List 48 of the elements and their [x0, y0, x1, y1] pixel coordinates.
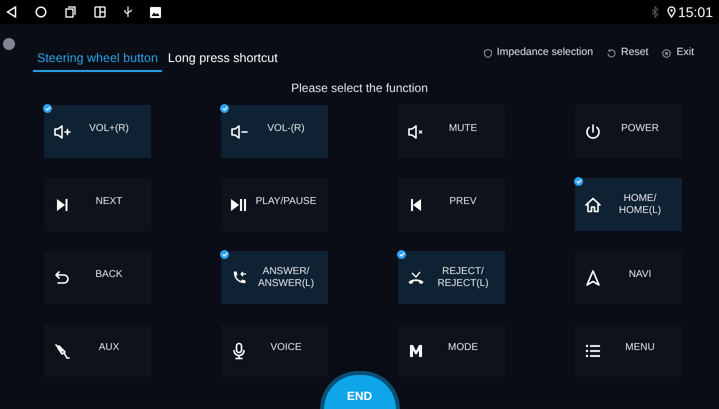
tab[interactable]: Steering wheel button	[33, 46, 162, 72]
function-tile[interactable]: HOME/ HOME(L)	[575, 178, 682, 231]
close-icon	[662, 48, 672, 58]
recent-apps-icon[interactable]	[65, 6, 76, 18]
function-tile[interactable]: VOICE	[221, 324, 328, 377]
volume-down-icon	[230, 122, 248, 140]
check-badge-icon	[43, 104, 52, 113]
function-tile[interactable]: NEXT	[44, 178, 151, 231]
check-badge-icon	[220, 250, 229, 259]
shield-icon	[484, 48, 492, 58]
function-tile[interactable]: ANSWER/ ANSWER(L)	[221, 251, 328, 304]
function-tile[interactable]: REJECT/ REJECT(L)	[398, 251, 505, 304]
bluetooth-icon	[650, 6, 659, 18]
location-pin-icon	[666, 6, 676, 18]
impedance-button[interactable]: Impedance selection	[484, 45, 594, 61]
function-tile[interactable]: PLAY/PAUSE	[221, 178, 328, 231]
back-arrow-icon	[53, 268, 71, 286]
check-badge-icon	[574, 177, 583, 186]
function-tile[interactable]: VOL+(R)	[44, 105, 151, 158]
function-tile[interactable]: MODE	[398, 324, 505, 377]
reset-button[interactable]: Reset	[607, 45, 648, 61]
check-badge-icon	[397, 250, 406, 259]
check-badge-icon	[220, 104, 229, 113]
tab[interactable]: Long press shortcut	[162, 46, 284, 72]
reset-icon	[607, 48, 616, 58]
function-tile[interactable]: VOL-(R)	[221, 105, 328, 158]
back-icon[interactable]	[6, 6, 17, 18]
image-icon	[150, 6, 161, 18]
clock-time: 15:01	[678, 5, 713, 19]
home-icon	[584, 196, 602, 214]
aux-plug-icon	[53, 342, 71, 360]
navigation-arrow-icon	[584, 268, 602, 286]
function-tile[interactable]: NAVI	[575, 251, 682, 304]
function-tile[interactable]: PREV	[398, 178, 505, 231]
volume-up-icon	[53, 122, 71, 140]
function-tile[interactable]: MENU	[575, 324, 682, 377]
function-tile[interactable]: MUTE	[398, 105, 505, 158]
mute-icon	[407, 122, 425, 140]
microphone-icon	[230, 342, 248, 360]
home-icon[interactable]	[35, 6, 47, 18]
split-screen-icon[interactable]	[94, 6, 106, 18]
function-tile[interactable]: AUX	[44, 324, 151, 377]
usb-icon	[124, 6, 132, 18]
power-icon	[584, 122, 602, 140]
function-tile[interactable]: POWER	[575, 105, 682, 158]
function-tile[interactable]: BACK	[44, 251, 151, 304]
prompt-text: Please select the function	[291, 80, 428, 97]
exit-button[interactable]: Exit	[662, 45, 694, 61]
